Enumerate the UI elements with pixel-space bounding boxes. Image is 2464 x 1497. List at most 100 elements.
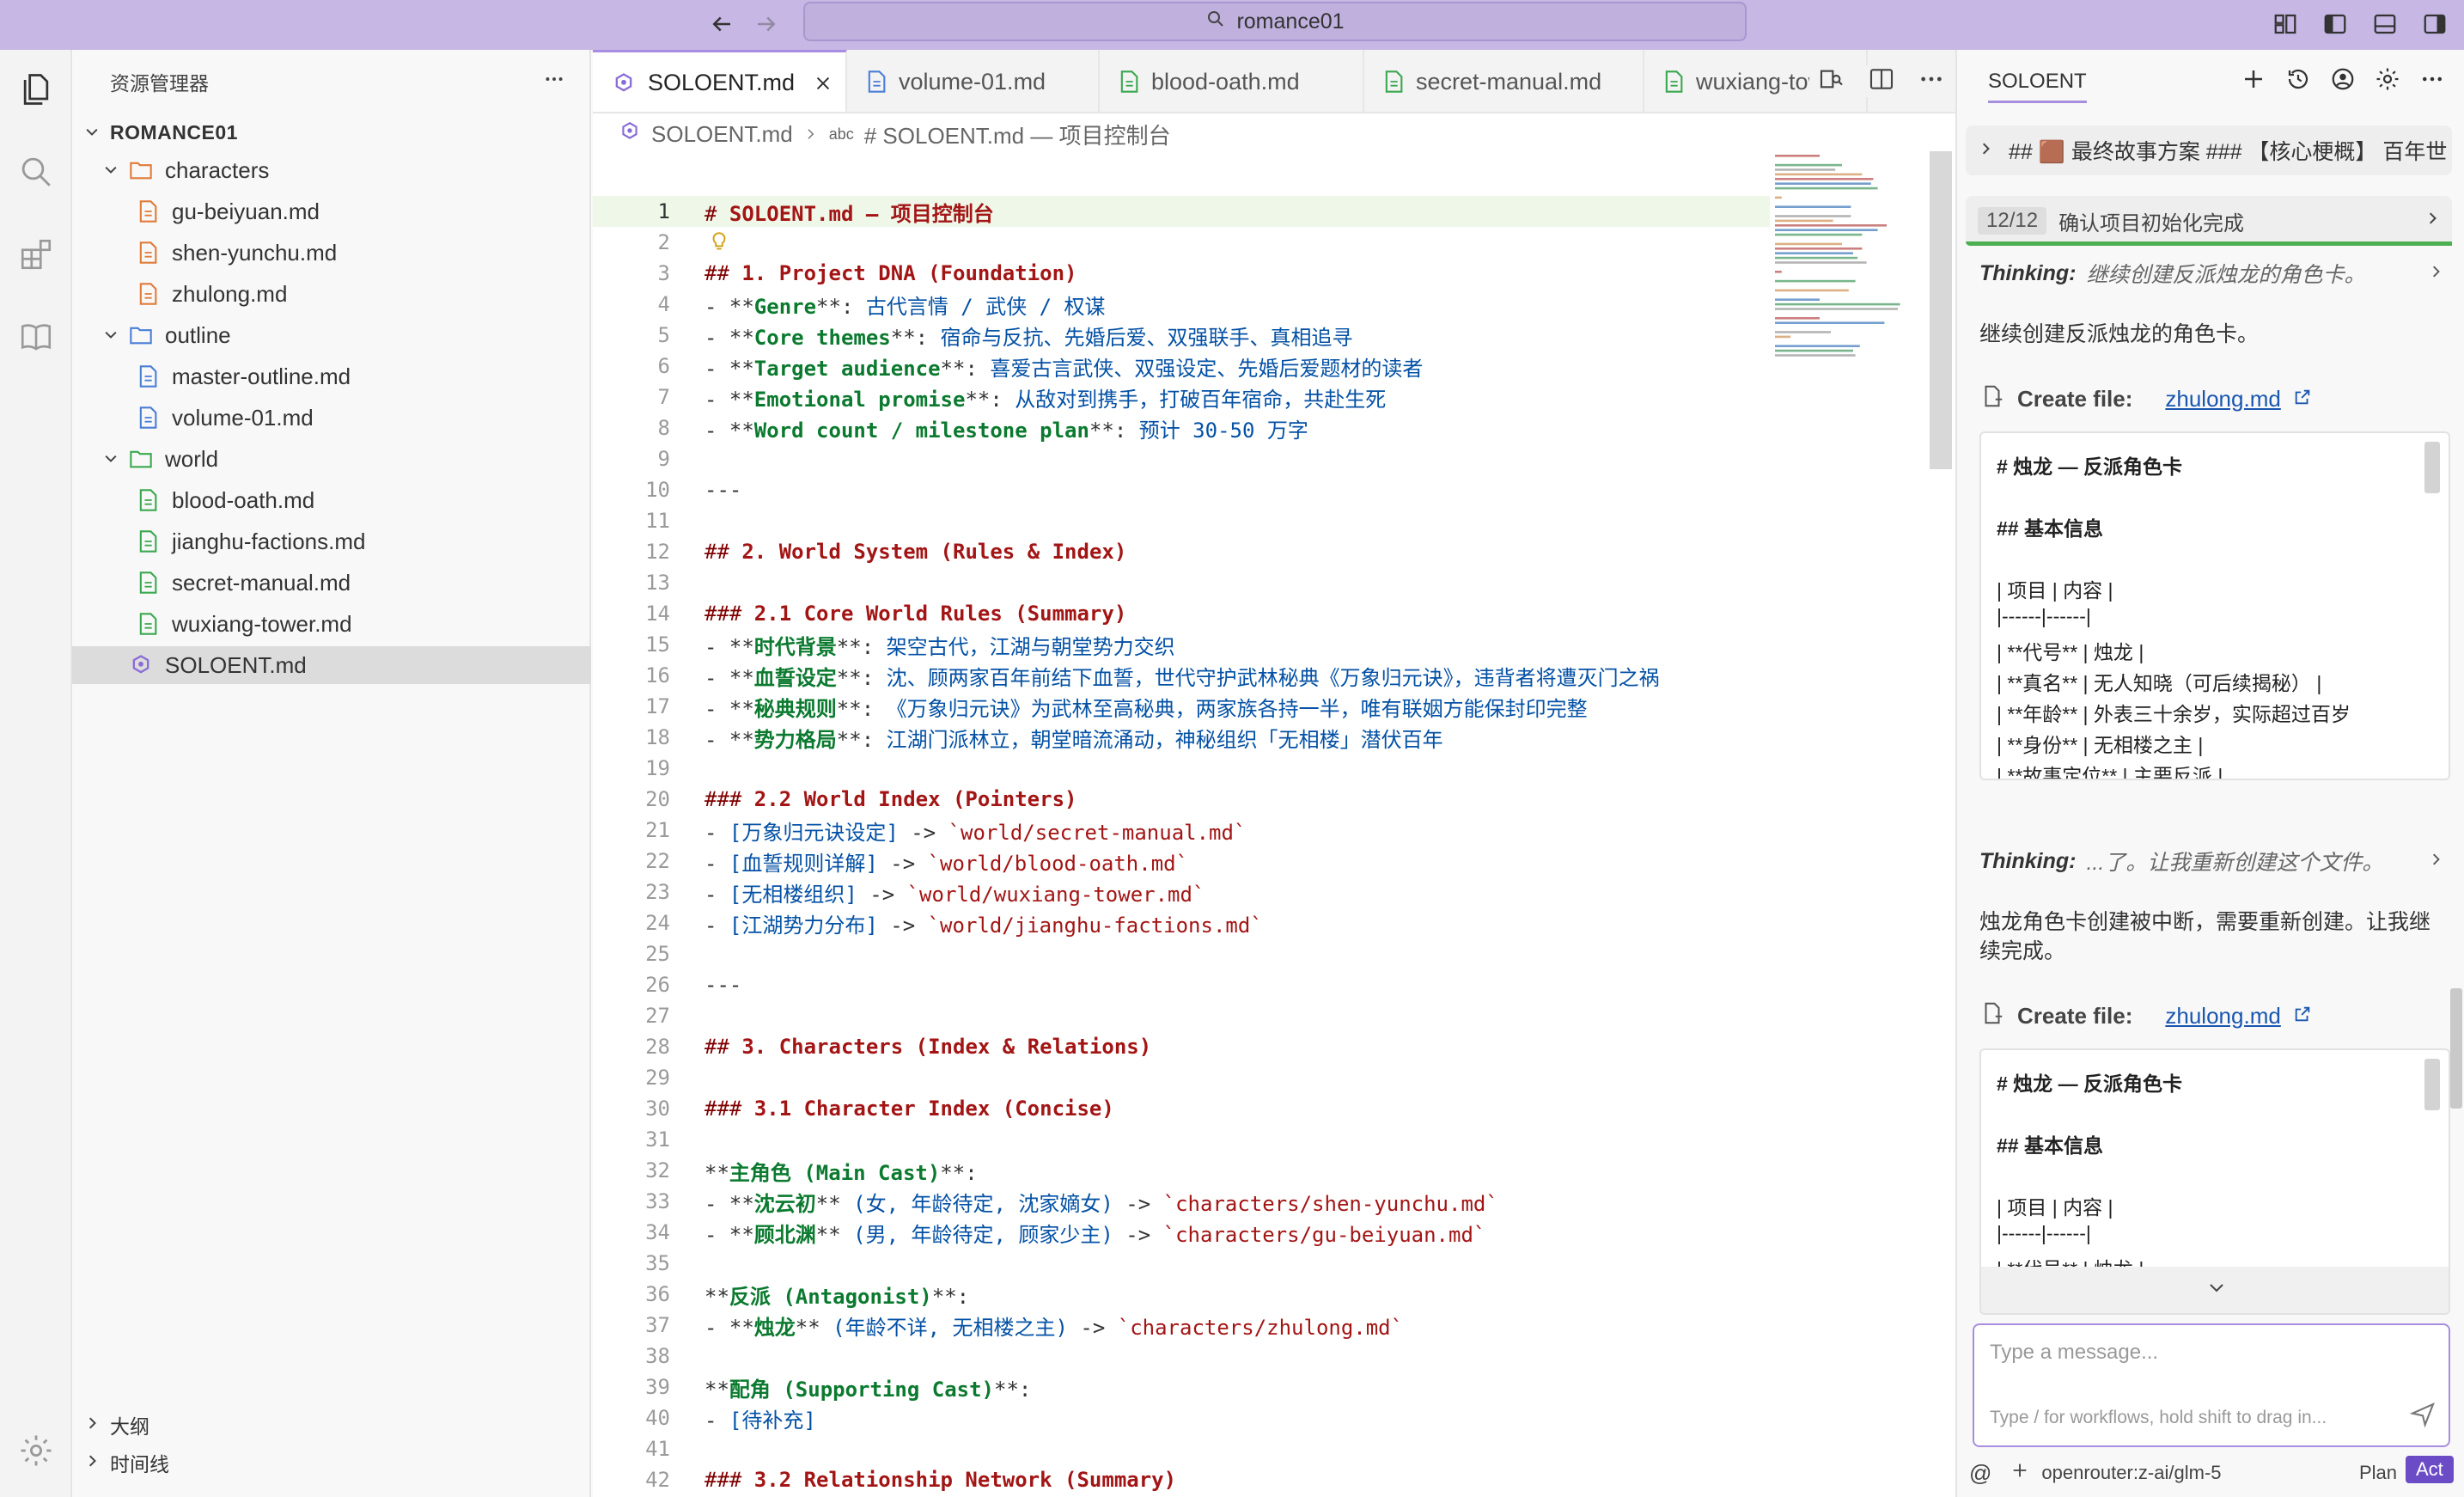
line-number: 32 <box>645 1158 670 1182</box>
line-number: 6 <box>657 354 670 378</box>
token: ## <box>704 261 742 285</box>
minimap-line <box>1775 233 1863 236</box>
toggle-secondary-sidebar-icon[interactable] <box>2418 7 2452 41</box>
folder-characters[interactable]: characters <box>72 151 591 189</box>
created-file-link[interactable]: zhulong.md <box>2165 1003 2280 1030</box>
file-item[interactable]: gu-beiyuan.md <box>72 192 591 230</box>
act-mode-button[interactable]: Act <box>2406 1456 2454 1483</box>
open-preview-icon[interactable] <box>1818 65 1845 97</box>
token: -> <box>857 882 907 907</box>
line-content: # SOLOENT.md — 项目控制台 <box>704 197 994 227</box>
minimap-line <box>1775 205 1851 208</box>
file-item[interactable]: blood-oath.md <box>72 481 591 519</box>
file-item[interactable]: volume-01.md <box>72 399 591 437</box>
card-scrollbar[interactable] <box>2424 1059 2440 1110</box>
file-item[interactable]: master-outline.md <box>72 357 591 395</box>
token: (男, 年龄待定, 顾家少主) <box>853 1222 1113 1247</box>
open-external-icon[interactable] <box>2293 386 2312 412</box>
toggle-primary-sidebar-icon[interactable] <box>2318 7 2352 41</box>
search-icon[interactable] <box>14 150 58 194</box>
editor-tab[interactable]: secret-manual.md <box>1364 50 1644 112</box>
scroll-down-button[interactable] <box>1981 1267 2449 1313</box>
tree-item-label: volume-01.md <box>172 404 314 431</box>
command-center-search[interactable]: romance01 <box>803 2 1747 41</box>
chat-input-box[interactable]: Type / for workflows, hold shift to drag… <box>1973 1323 2450 1447</box>
timeline-section[interactable]: 时间线 <box>72 1444 591 1482</box>
add-context-plus-icon[interactable] <box>2010 1461 2029 1485</box>
preview-title: # 烛龙 — 反派角色卡 <box>1997 455 2182 478</box>
folder-world[interactable]: world <box>72 440 591 478</box>
thinking-row[interactable]: Thinking: ...了。让我重新创建这个文件。 <box>1979 844 2450 878</box>
account-icon[interactable] <box>2330 66 2356 98</box>
more-actions-icon[interactable] <box>543 68 565 95</box>
breadcrumb-file[interactable]: SOLOENT.md <box>651 121 793 148</box>
code-line: 39 **配角 (Supporting Cast)**: <box>593 1372 1770 1402</box>
editor-tab[interactable]: blood-oath.md <box>1100 50 1364 112</box>
plan-mode-button[interactable]: Plan <box>2359 1462 2397 1484</box>
more-actions-icon[interactable] <box>2419 66 2445 98</box>
code-line: 20 ### 2.2 World Index (Pointers) <box>593 784 1770 815</box>
model-selector[interactable]: openrouter:z-ai/glm-5 <box>2041 1462 2221 1484</box>
workspace-root[interactable]: ROMANCE01 <box>72 113 591 151</box>
minimap[interactable] <box>1772 151 1935 667</box>
line-number: 37 <box>645 1313 670 1337</box>
code-line: 38 <box>593 1341 1770 1372</box>
file-item[interactable]: wuxiang-tower.md <box>72 605 591 643</box>
file-item[interactable]: zhulong.md <box>72 275 591 313</box>
create-file-row: Create file: zhulong.md <box>1979 997 2312 1035</box>
more-actions-icon[interactable] <box>1918 65 1945 97</box>
editor-tab[interactable]: volume-01.md <box>847 50 1100 112</box>
open-external-icon[interactable] <box>2293 1003 2312 1030</box>
file-item[interactable]: jianghu-factions.md <box>72 522 591 560</box>
file-preview-card[interactable]: # 烛龙 — 反派角色卡 ## 基本信息 | 项目 | 内容 | |------… <box>1979 431 2450 780</box>
lightbulb-icon[interactable] <box>708 230 730 258</box>
forward-arrow-icon[interactable] <box>747 5 785 43</box>
created-file-link[interactable]: zhulong.md <box>2165 386 2280 412</box>
outline-section[interactable]: 大纲 <box>72 1406 591 1444</box>
explorer-files-icon[interactable] <box>14 67 58 112</box>
toggle-panel-icon[interactable] <box>2368 7 2402 41</box>
chevron-right-icon <box>84 1451 101 1475</box>
markdown-file-icon <box>1119 70 1139 94</box>
customize-layout-icon[interactable] <box>2268 7 2302 41</box>
token: [待补充] <box>729 1408 816 1433</box>
close-icon[interactable] <box>814 74 833 93</box>
settings-gear-icon[interactable] <box>2375 66 2400 98</box>
editor-tab[interactable]: SOLOENT.md <box>593 50 847 112</box>
file-item[interactable]: SOLOENT.md <box>72 646 591 684</box>
message-input[interactable] <box>1990 1341 2437 1365</box>
line-number: 35 <box>645 1251 670 1275</box>
back-arrow-icon[interactable] <box>703 5 741 43</box>
mention-at-icon[interactable]: @ <box>1969 1460 1991 1487</box>
tree-item-label: gu-beiyuan.md <box>172 198 320 224</box>
token: `characters/zhulong.md` <box>1117 1315 1404 1340</box>
story-plan-summary-card[interactable]: ## 🟫 最终故事方案 ### 【核心梗概】 百年世 <box>1966 125 2452 175</box>
book-icon[interactable] <box>14 315 58 359</box>
minimap-line <box>1775 173 1863 176</box>
extensions-icon[interactable] <box>14 232 58 277</box>
history-icon[interactable] <box>2285 66 2311 98</box>
minimap-line <box>1775 163 1842 167</box>
split-editor-icon[interactable] <box>1868 65 1895 97</box>
line-number: 26 <box>645 973 670 997</box>
settings-gear-icon[interactable] <box>14 1428 58 1473</box>
task-progress-card[interactable]: 12/12 确认项目初始化完成 <box>1966 196 2452 246</box>
editor-scrollbar[interactable] <box>1930 151 1952 469</box>
input-hint: Type / for workflows, hold shift to drag… <box>1990 1408 2327 1427</box>
thinking-row[interactable]: Thinking: 继续创建反派烛龙的角色卡。 <box>1979 256 2450 290</box>
breadcrumb-symbol[interactable]: # SOLOENT.md — 项目控制台 <box>864 119 1171 150</box>
line-content: - [血誓规则详解] -> `world/blood-oath.md` <box>704 846 1188 877</box>
card-scrollbar[interactable] <box>2424 442 2440 493</box>
code-line: 13 <box>593 567 1770 598</box>
folder-outline[interactable]: outline <box>72 316 591 354</box>
file-preview-card[interactable]: # 烛龙 — 反派角色卡 ## 基本信息 | 项目 | 内容 | |------… <box>1979 1048 2450 1315</box>
new-chat-plus-icon[interactable] <box>2241 66 2266 98</box>
file-item[interactable]: secret-manual.md <box>72 564 591 602</box>
chat-tab-title[interactable]: SOLOENT <box>1988 61 2087 103</box>
minimap-line <box>1775 242 1842 246</box>
search-icon <box>1205 9 1226 35</box>
chat-scrollbar[interactable] <box>2450 988 2462 1109</box>
send-icon[interactable] <box>2409 1401 2437 1433</box>
minimap-line <box>1775 224 1887 227</box>
file-item[interactable]: shen-yunchu.md <box>72 234 591 272</box>
